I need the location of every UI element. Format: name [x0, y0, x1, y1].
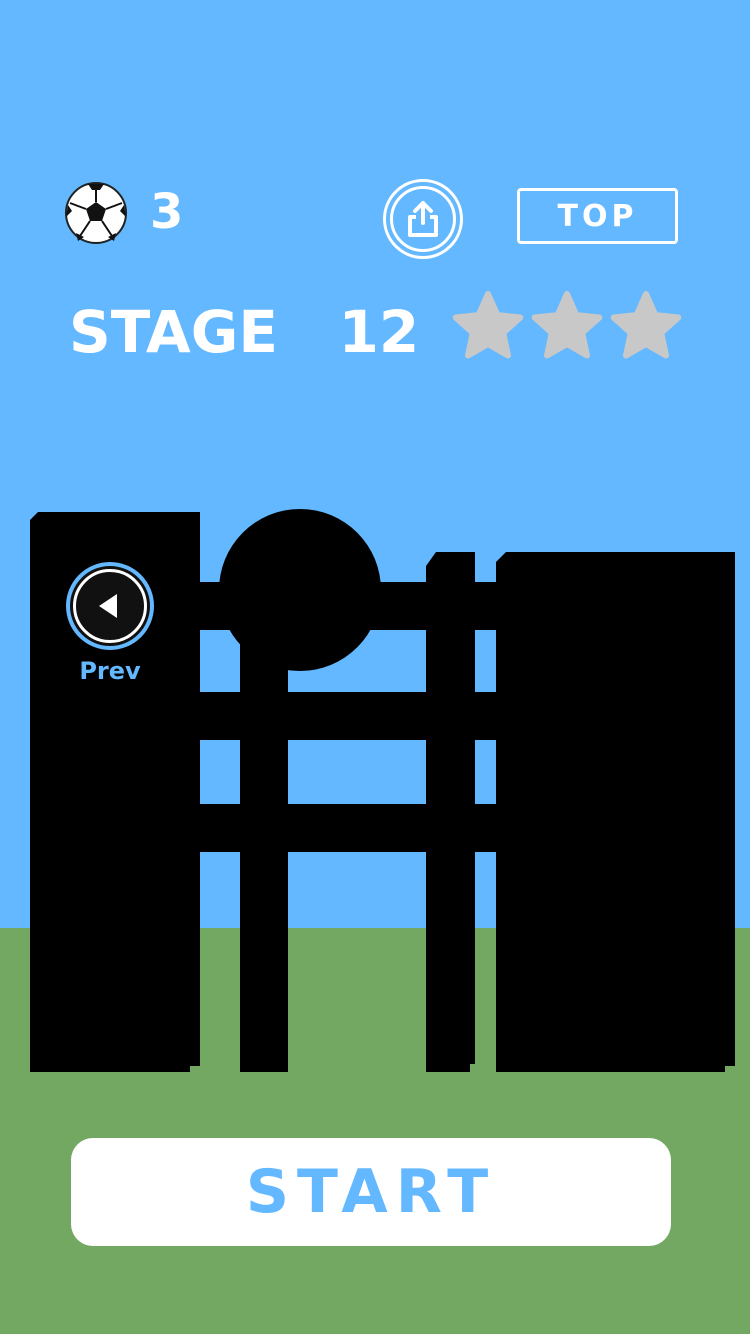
ball-count: 3 [150, 184, 184, 240]
star-icon [610, 291, 682, 359]
soccer-ball-icon [65, 182, 127, 244]
share-icon [408, 201, 438, 237]
star-rating [452, 291, 682, 359]
top-button[interactable]: TOP [517, 188, 678, 244]
stage-title: STAGE 12 [69, 298, 420, 366]
star-icon [531, 291, 603, 359]
start-button[interactable]: START [71, 1138, 671, 1246]
prev-button-ring [73, 569, 147, 643]
star-icon [452, 291, 524, 359]
share-button[interactable] [383, 179, 463, 259]
share-button-ring [390, 186, 456, 252]
right-pillar [496, 552, 735, 1072]
left-arrow-icon [99, 594, 117, 618]
prev-button[interactable] [66, 562, 154, 650]
prev-label[interactable]: Prev [66, 656, 154, 686]
silhouette-ball [219, 509, 381, 671]
right-inner-post [426, 552, 475, 1072]
